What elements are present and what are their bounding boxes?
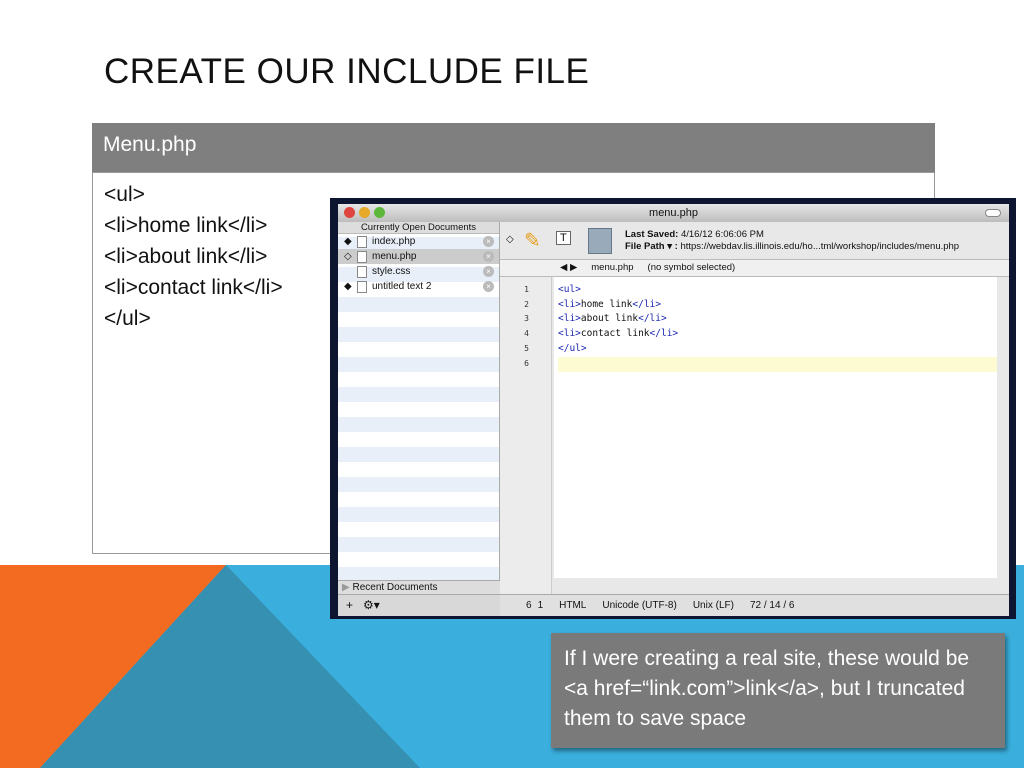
file-popup[interactable]: menu.php [591, 260, 633, 276]
recent-documents[interactable]: ▶ Recent Documents [338, 580, 500, 594]
document-item[interactable]: ◆ index.php × [338, 234, 499, 249]
callout-note: If I were creating a real site, these wo… [551, 633, 1005, 748]
file-path: https://webdav.lis.illinois.edu/ho...tml… [680, 241, 960, 252]
php-file-icon [357, 250, 367, 263]
pencil-icon[interactable]: ✎ [524, 228, 541, 253]
sidebar-footer: + ⚙▾ [338, 594, 500, 616]
disclosure-icon: ▶ [342, 582, 353, 593]
document-counts: 72 / 14 / 6 [749, 600, 795, 611]
css-file-icon [357, 265, 367, 278]
editor-screenshot: menu.php Currently Open Documents ◆ index… [330, 198, 1016, 619]
php-document-icon [588, 228, 612, 254]
slide-title: CREATE OUR INCLUDE FILE [104, 52, 590, 91]
status-bar: 61 HTML Unicode (UTF-8) Unix (LF) 72 / 1… [500, 594, 1009, 616]
encoding-popup[interactable]: Unicode (UTF-8) [602, 595, 676, 616]
code-editor[interactable]: <ul> <li>home link</li> <li>about link</… [554, 277, 997, 578]
syntax-popup[interactable]: HTML [559, 595, 586, 616]
add-icon[interactable]: + [346, 598, 353, 612]
close-doc-icon[interactable]: × [483, 236, 494, 247]
php-file-icon [357, 235, 367, 248]
documents-sidebar: Currently Open Documents ◆ index.php × ◇ me… [338, 222, 500, 594]
title-bar: menu.php [338, 204, 1009, 222]
file-path-menu[interactable]: File Path ▾ : [625, 241, 678, 252]
symbol-popup[interactable]: (no symbol selected) [648, 260, 736, 276]
close-button[interactable] [344, 207, 355, 218]
last-saved: 4/16/12 6:06:06 PM [680, 229, 764, 240]
document-item[interactable]: ◆ untitled text 2 × [338, 279, 499, 294]
toolbar: ◇ ✎ T Last Saved: 4/16/12 6:06:06 PM Fil… [500, 222, 1009, 260]
back-icon[interactable]: ◀ ▶ [560, 260, 577, 276]
minimize-button[interactable] [359, 207, 370, 218]
sidebar-header: Currently Open Documents [338, 222, 499, 234]
close-doc-icon[interactable]: × [483, 251, 494, 262]
zoom-button[interactable] [374, 207, 385, 218]
text-options-icon[interactable]: T [556, 231, 571, 245]
text-file-icon [357, 280, 367, 293]
gear-icon[interactable]: ⚙▾ [363, 598, 380, 612]
table-header: Menu.php [92, 123, 935, 172]
current-line [558, 356, 997, 372]
close-doc-icon[interactable]: × [483, 281, 494, 292]
modified-icon: ◇ [506, 234, 514, 245]
line-endings-popup[interactable]: Unix (LF) [693, 595, 734, 616]
window-title: menu.php [649, 207, 698, 219]
toolbar-toggle[interactable] [985, 209, 1001, 217]
document-item[interactable]: style.css × [338, 264, 499, 279]
navigation-bar: ◀ ▶ menu.php (no symbol selected) [500, 260, 1009, 277]
document-item-selected[interactable]: ◇ menu.php × [338, 249, 499, 264]
line-gutter: 123456 [500, 277, 552, 594]
close-doc-icon[interactable]: × [483, 266, 494, 277]
